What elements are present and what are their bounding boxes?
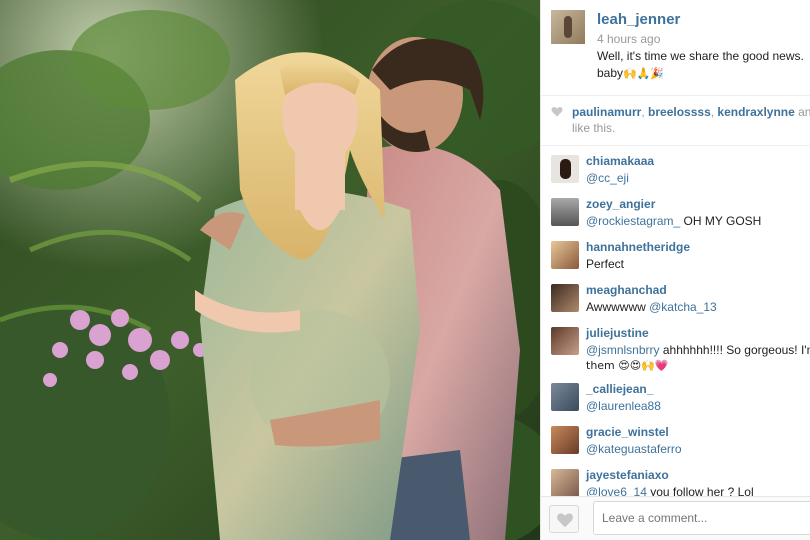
mention-link[interactable]: @laurenlea88 [586,399,661,413]
comment-item: jayestefaniaxo @love6_14 you follow her … [541,466,810,496]
mention-link[interactable]: @jsmnlsnbrry [586,343,660,357]
comment-text-line-2: them 😍😍🙌💗 [586,359,669,372]
comment-input[interactable] [593,501,810,535]
post-caption: Well, it's time we share the good news. … [597,48,810,82]
caption-emoji: 🙌🙏🎉 [623,67,665,80]
post-timestamp[interactable]: 4 hours ago [597,32,660,46]
comments-panel: leah_jenner 4 hours ago Well, it's time … [540,0,810,540]
post-header: leah_jenner 4 hours ago Well, it's time … [541,0,810,95]
caption-line-1: Well, it's time we share the good news. [597,49,804,63]
mention-link[interactable]: @rockiestagram_ [586,214,680,228]
comment-item: zoey_angier @rockiestagram_ OH MY GOSH [541,195,810,235]
liker-link[interactable]: paulinamurr [572,105,641,119]
liker-link[interactable]: kendraxlynne [717,105,794,119]
comment-username[interactable]: juliejustine [586,326,649,340]
mention-link[interactable]: @love6_14 [586,485,647,496]
comment-text: Awwwwww @katcha_13 [586,300,717,314]
commenter-avatar[interactable] [551,155,579,183]
comment-text: @love6_14 you follow her ? Lol [586,485,810,496]
comment-username[interactable]: chiamakaaa [586,154,654,168]
liker-link[interactable]: breelossss [648,105,711,119]
commenter-avatar[interactable] [551,327,579,355]
comment-text: @cc_eji [586,171,810,186]
comment-item: gracie_winstel @kateguastaferro [541,423,810,463]
divider [541,95,810,96]
divider [541,145,810,146]
likes-suffix: like this. [572,121,616,135]
commenter-avatar[interactable] [551,426,579,454]
post-photo[interactable] [0,0,540,540]
comment-item: _calliejean_ @laurenlea88 [541,380,810,420]
mention-link[interactable]: @kateguastaferro [586,442,682,456]
like-button[interactable] [549,505,579,533]
comment-text: @kateguastaferro [586,442,810,457]
comment-text: Perfect [586,257,625,271]
comment-text: @jsmnlsnbrry ahhhhhh!!!! So gorgeous! I'… [586,343,810,372]
heart-icon [551,106,563,117]
comment-text: @rockiestagram_ OH MY GOSH [586,214,762,228]
comment-username[interactable]: meaghanchad [586,283,667,297]
commenter-avatar[interactable] [551,383,579,411]
comment-username[interactable]: hannahnetheridge [586,240,690,254]
mention-link[interactable]: @cc_eji [586,171,629,185]
heart-icon [557,513,573,528]
comment-item: meaghanchad Awwwwww @katcha_13 [541,281,810,321]
post-username[interactable]: leah_jenner [597,11,680,28]
commenter-avatar[interactable] [551,198,579,226]
commenter-avatar[interactable] [551,284,579,312]
caption-line-2: baby [597,66,624,80]
comment-username[interactable]: jayestefaniaxo [586,468,669,482]
comment-item: chiamakaaa @cc_eji [541,152,810,192]
commenter-avatar[interactable] [551,469,579,496]
comment-text: @laurenlea88 [586,399,810,414]
avatar[interactable] [551,10,585,44]
commenter-avatar[interactable] [551,241,579,269]
comment-username[interactable]: gracie_winstel [586,425,669,439]
likes-and: and [798,105,810,119]
comment-username[interactable]: _calliejean_ [586,382,653,396]
comment-item: juliejustine @jsmnlsnbrry ahhhhhh!!!! So… [541,324,810,376]
photo-image [0,0,540,540]
comment-item: hannahnetheridge Perfect [541,238,810,278]
comment-username[interactable]: zoey_angier [586,197,655,211]
mention-link[interactable]: @katcha_13 [649,300,717,314]
comment-footer [541,496,810,540]
comment-list[interactable]: chiamakaaa @cc_eji zoey_angier @rockiest… [541,150,810,496]
